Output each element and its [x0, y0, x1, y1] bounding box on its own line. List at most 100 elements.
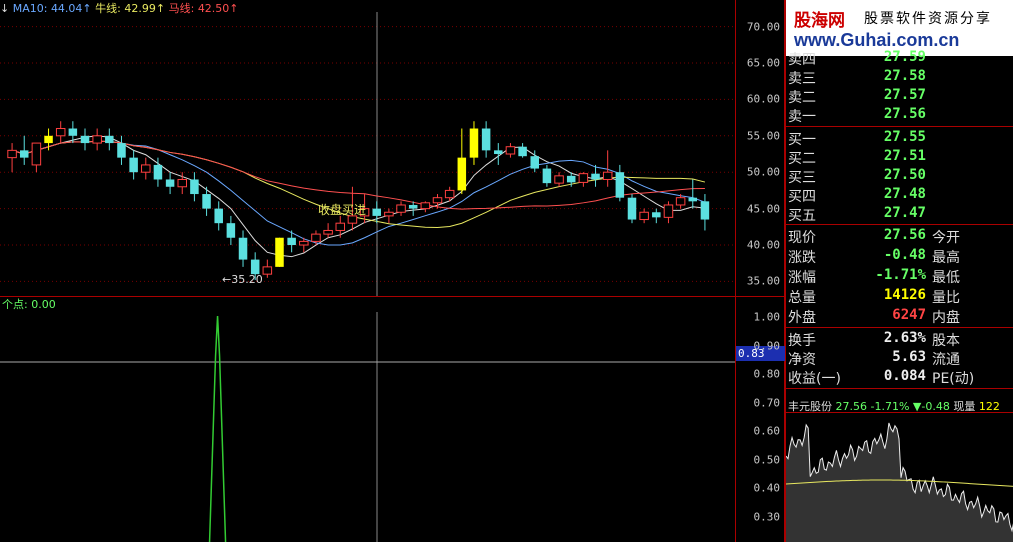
ma-legend: ↓ MA10: 44.04↑ 牛线: 42.99↑ 马线: 42.50↑ — [0, 0, 239, 15]
stat-label: 现价 — [788, 230, 816, 246]
ma-line-5 — [11, 135, 705, 258]
fund-row-1: 净资 5.63 流通 — [786, 349, 1013, 368]
candle-body — [80, 135, 90, 144]
ma-line-30 — [11, 140, 705, 210]
fund-value: 2.63% — [883, 330, 926, 346]
sell-price: 27.58 — [883, 68, 926, 84]
price-axis: 70.00 65.00 60.00 55.00 50.00 45.00 40.00 35.00 — [735, 0, 785, 296]
price-tick: 40.00 — [746, 238, 780, 252]
candle-body — [602, 171, 613, 180]
candle-body — [627, 197, 637, 220]
stat-value: -0.48 — [883, 247, 926, 263]
logo-cn: 股海网 — [794, 11, 845, 31]
candle-body — [287, 237, 296, 246]
sell-level-4[interactable]: 卖四 27.59 — [786, 49, 1013, 68]
candle-body — [202, 194, 211, 209]
candle-body — [323, 229, 333, 235]
price-tick: 50.00 — [746, 165, 780, 179]
candle-body — [92, 135, 102, 144]
price-tick: 65.00 — [746, 56, 780, 70]
low-price-label: ←35.20 — [222, 273, 263, 286]
sell-price: 27.57 — [883, 87, 926, 103]
stat-row-3: 总量 14126 量比 — [786, 287, 1013, 306]
candle-body — [190, 179, 199, 195]
candle-body — [652, 212, 661, 218]
candle-body — [639, 211, 649, 221]
candle-body — [262, 266, 273, 275]
candle-body — [68, 128, 78, 136]
candle-body — [177, 178, 188, 188]
candle-body — [408, 204, 418, 209]
indicator-tick: 0.90 — [753, 339, 781, 352]
indicator-line — [208, 315, 227, 542]
buy-price: 27.48 — [883, 186, 926, 202]
price-tick: 70.00 — [746, 20, 780, 34]
buy-label: 买一 — [788, 132, 816, 148]
fund-label: 净资 — [788, 352, 816, 368]
fund-value: 0.084 — [883, 368, 926, 384]
buy-level-2[interactable]: 买二 27.51 — [786, 148, 1013, 167]
candle-body — [44, 135, 53, 144]
site-logo[interactable]: 股海网 股票软件资源分享 www.Guhai.com.cn — [786, 0, 1013, 56]
buy-level-4[interactable]: 买四 27.48 — [786, 186, 1013, 205]
candle-body — [31, 142, 42, 166]
candle-body — [530, 156, 540, 169]
sell-level-2[interactable]: 卖二 27.57 — [786, 87, 1013, 106]
sell-label: 卖四 — [788, 52, 816, 68]
sell-label: 卖三 — [788, 71, 816, 87]
indicator-tick: 0.70 — [753, 396, 781, 409]
candle-body — [700, 201, 710, 220]
candle-body — [505, 146, 516, 155]
price-tick: 45.00 — [746, 202, 780, 216]
legend-niu: 牛线: 42.99↑ — [95, 2, 166, 15]
fund-label2: 流通 — [932, 352, 960, 368]
candle-body — [518, 146, 527, 157]
stat-value: 27.56 — [883, 227, 926, 243]
fund-label: 收益(一) — [788, 371, 841, 387]
intraday-mini-chart[interactable] — [786, 412, 1013, 542]
price-tick: 35.00 — [746, 274, 780, 288]
candle-body — [105, 135, 114, 144]
stat-row-4: 外盘 6247 内盘 — [786, 307, 1013, 326]
candle-body — [214, 208, 223, 224]
sell-level-1[interactable]: 卖一 27.56 — [786, 106, 1013, 125]
indicator-axis: 0.83 1.00 0.90 0.80 0.70 0.60 0.50 0.40 0.30 — [735, 296, 785, 542]
buy-label: 买二 — [788, 151, 816, 167]
buy-price: 27.55 — [883, 129, 926, 145]
candle-body — [141, 164, 151, 173]
indicator-tick: 0.30 — [753, 510, 781, 523]
sell-level-3[interactable]: 卖三 27.58 — [786, 68, 1013, 87]
legend-ma: 马线: 42.50↑ — [168, 2, 239, 15]
buy-price: 27.47 — [883, 205, 926, 221]
candle-body — [432, 197, 443, 204]
buy-level-5[interactable]: 买五 27.47 — [786, 205, 1013, 224]
logo-tagline: 股票软件资源分享 — [864, 11, 992, 27]
indicator-tick: 0.50 — [753, 453, 781, 466]
candle-body — [663, 204, 674, 218]
buy-label: 买三 — [788, 170, 816, 186]
sell-label: 卖二 — [788, 90, 816, 106]
buy-label: 买四 — [788, 189, 816, 205]
fund-label2: 股本 — [932, 333, 960, 349]
buy-level-1[interactable]: 买一 27.55 — [786, 129, 1013, 148]
stat-label2: 内盘 — [932, 310, 960, 326]
candle-body — [153, 164, 163, 180]
buy-signal-annotation: 收盘买进 — [318, 202, 366, 217]
legend-marker: ↓ — [0, 2, 10, 15]
candle-body — [55, 128, 66, 137]
candle-body — [250, 259, 260, 275]
buy-level-3[interactable]: 买三 27.50 — [786, 167, 1013, 186]
candle-body — [481, 128, 491, 151]
main-price-chart[interactable]: 收盘买进 ←35.20 — [0, 0, 735, 296]
candle-body — [675, 197, 686, 206]
buy-price: 27.50 — [883, 167, 926, 183]
sell-price: 27.56 — [883, 106, 926, 122]
indicator-chart[interactable]: 个点: 0.00 — [0, 296, 735, 542]
logo-url: www.Guhai.com.cn — [794, 30, 960, 50]
candle-body — [615, 172, 625, 198]
panel-divider — [786, 327, 1013, 328]
candle-body — [117, 143, 126, 158]
stat-label2: 量比 — [932, 290, 960, 306]
candle-body — [384, 211, 394, 217]
candle-body — [420, 202, 431, 210]
